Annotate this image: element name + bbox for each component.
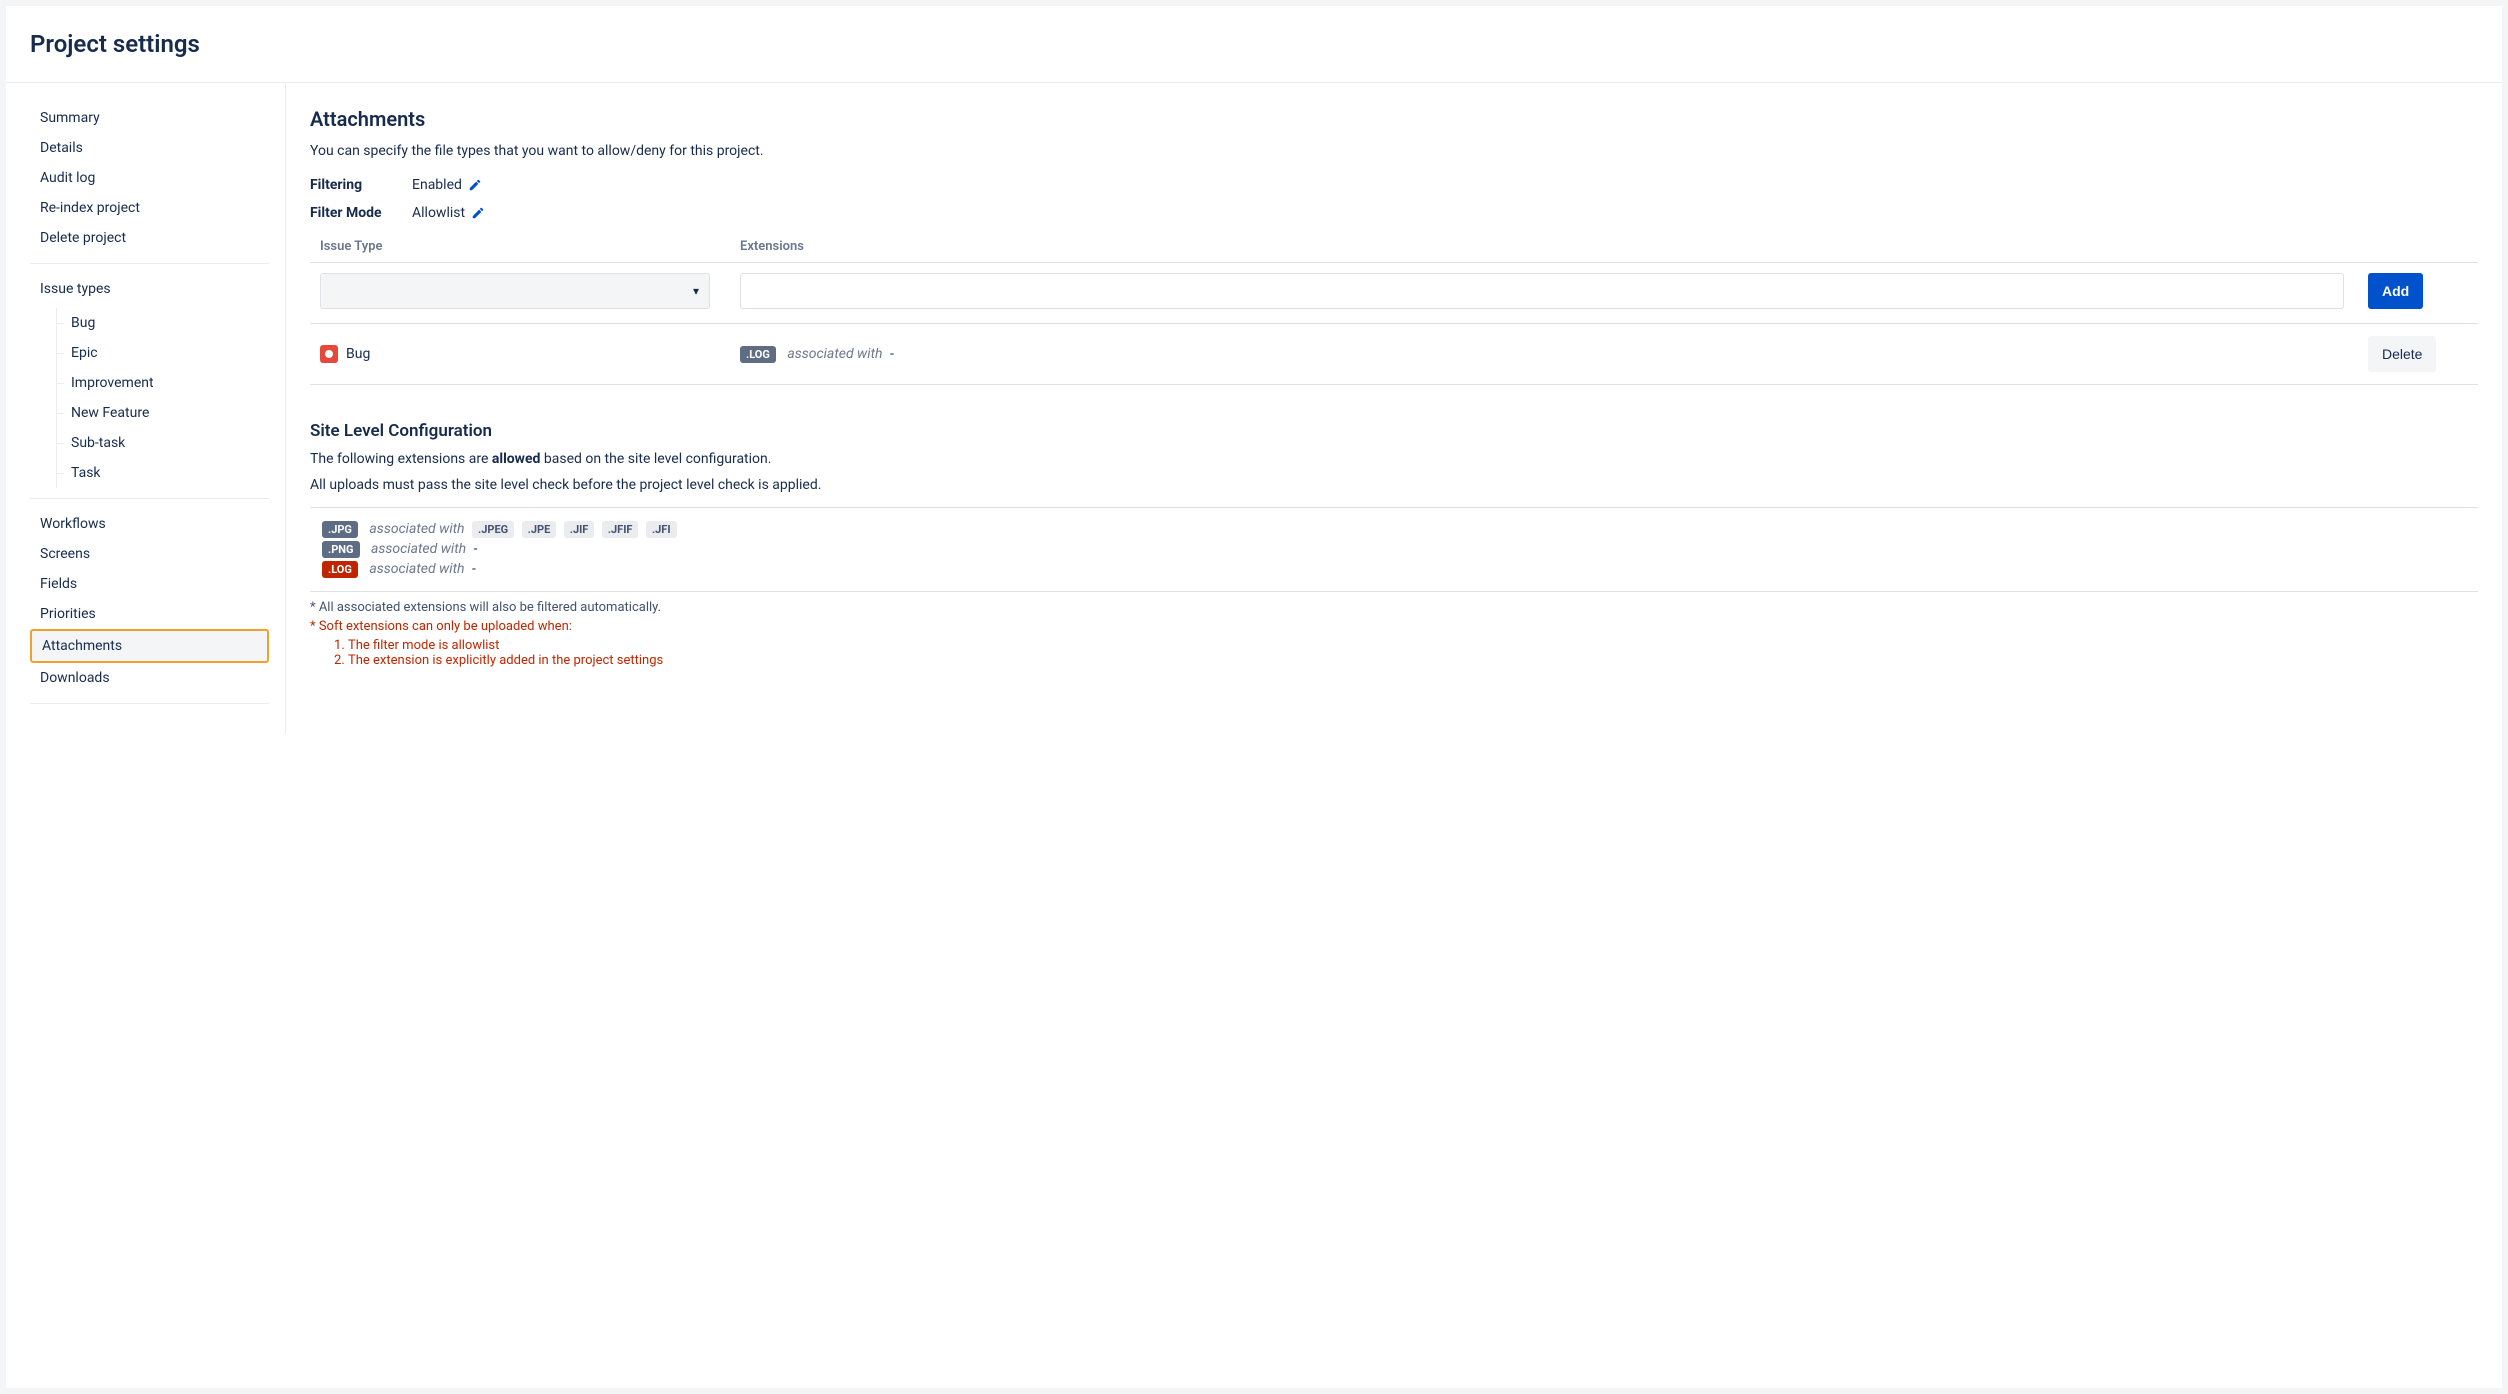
sidebar-subitem-new-feature[interactable]: New Feature	[57, 398, 269, 428]
filter-mode-value: Allowlist	[412, 205, 465, 221]
associated-value: -	[474, 541, 478, 557]
site-ext-row: .LOG associated with -	[322, 561, 2478, 578]
footnotes: * All associated extensions will also be…	[310, 600, 2478, 668]
associated-with-label: associated with	[369, 521, 464, 537]
site-ext-row: .PNG associated with -	[322, 541, 2478, 558]
extension-pill: .JPG	[322, 521, 358, 538]
sidebar-item-reindex[interactable]: Re-index project	[30, 193, 269, 223]
pencil-icon[interactable]	[468, 178, 482, 192]
sidebar-item-delete-project[interactable]: Delete project	[30, 223, 269, 253]
footnote-soft-intro: * Soft extensions can only be uploaded w…	[310, 619, 2478, 634]
sidebar-item-downloads[interactable]: Downloads	[30, 663, 269, 693]
sidebar-subitem-sub-task[interactable]: Sub-task	[57, 428, 269, 458]
column-header-issue-type: Issue Type	[310, 239, 740, 254]
chevron-down-icon: ▾	[693, 284, 699, 298]
sidebar-item-attachments[interactable]: Attachments	[30, 629, 269, 663]
divider	[30, 703, 269, 704]
footnote-soft-item: The filter mode is allowlist	[348, 638, 2478, 653]
footnote-associated: * All associated extensions will also be…	[310, 600, 2478, 615]
extension-pill: .PNG	[322, 541, 360, 558]
issue-type-select[interactable]: ▾	[320, 273, 710, 309]
extension-pill: .JFI	[646, 521, 677, 538]
filter-mode-label: Filter Mode	[310, 205, 412, 221]
sidebar-item-details[interactable]: Details	[30, 133, 269, 163]
associated-with-label: associated with	[369, 561, 464, 577]
page-title: Project settings	[30, 30, 2478, 58]
associated-value: -	[472, 561, 476, 577]
content-description: You can specify the file types that you …	[310, 143, 2478, 159]
main-content: Attachments You can specify the file typ…	[286, 83, 2502, 734]
extension-pill: .JFIF	[602, 521, 639, 538]
add-button[interactable]: Add	[2368, 273, 2423, 309]
site-level-line2: All uploads must pass the site level che…	[310, 477, 2478, 493]
filter-table: Issue Type Extensions ▾ Add	[310, 239, 2478, 385]
sidebar-item-workflows[interactable]: Workflows	[30, 509, 269, 539]
sidebar: Summary Details Audit log Re-index proje…	[6, 83, 286, 734]
sidebar-subitem-improvement[interactable]: Improvement	[57, 368, 269, 398]
associated-with-label: associated with	[371, 541, 466, 557]
row-issue-type: Bug	[346, 346, 370, 362]
table-row: Bug .LOG associated with - Delete	[310, 324, 2478, 385]
pencil-icon[interactable]	[471, 206, 485, 220]
extension-pill: .JIF	[564, 521, 595, 538]
associated-value: -	[890, 346, 894, 362]
content-heading: Attachments	[310, 107, 2478, 131]
sidebar-item-fields[interactable]: Fields	[30, 569, 269, 599]
sidebar-item-summary[interactable]: Summary	[30, 103, 269, 133]
extension-pill: .LOG	[740, 346, 776, 363]
associated-with-label: associated with	[787, 346, 882, 362]
extension-pill: .JPE	[522, 521, 557, 538]
sidebar-item-issue-types[interactable]: Issue types	[30, 274, 269, 304]
extension-pill: .LOG	[322, 561, 358, 578]
divider	[30, 498, 269, 499]
bug-icon	[320, 345, 338, 363]
site-level-heading: Site Level Configuration	[310, 421, 2478, 441]
site-ext-row: .JPG associated with .JPEG .JPE .JIF .JF…	[322, 521, 2478, 538]
filtering-label: Filtering	[310, 177, 412, 193]
footnote-soft-item: The extension is explicitly added in the…	[348, 653, 2478, 668]
extension-pill: .JPEG	[472, 521, 514, 538]
sidebar-item-audit-log[interactable]: Audit log	[30, 163, 269, 193]
sidebar-subitem-epic[interactable]: Epic	[57, 338, 269, 368]
extensions-input[interactable]	[740, 273, 2344, 309]
sidebar-item-screens[interactable]: Screens	[30, 539, 269, 569]
site-extensions-block: .JPG associated with .JPEG .JPE .JIF .JF…	[310, 507, 2478, 592]
divider	[30, 263, 269, 264]
sidebar-subitem-task[interactable]: Task	[57, 458, 269, 488]
site-level-line1: The following extensions are allowed bas…	[310, 451, 2478, 467]
sidebar-subitem-bug[interactable]: Bug	[57, 308, 269, 338]
column-header-extensions: Extensions	[740, 239, 2368, 254]
delete-button[interactable]: Delete	[2368, 336, 2436, 372]
filtering-value: Enabled	[412, 177, 462, 193]
sidebar-item-priorities[interactable]: Priorities	[30, 599, 269, 629]
